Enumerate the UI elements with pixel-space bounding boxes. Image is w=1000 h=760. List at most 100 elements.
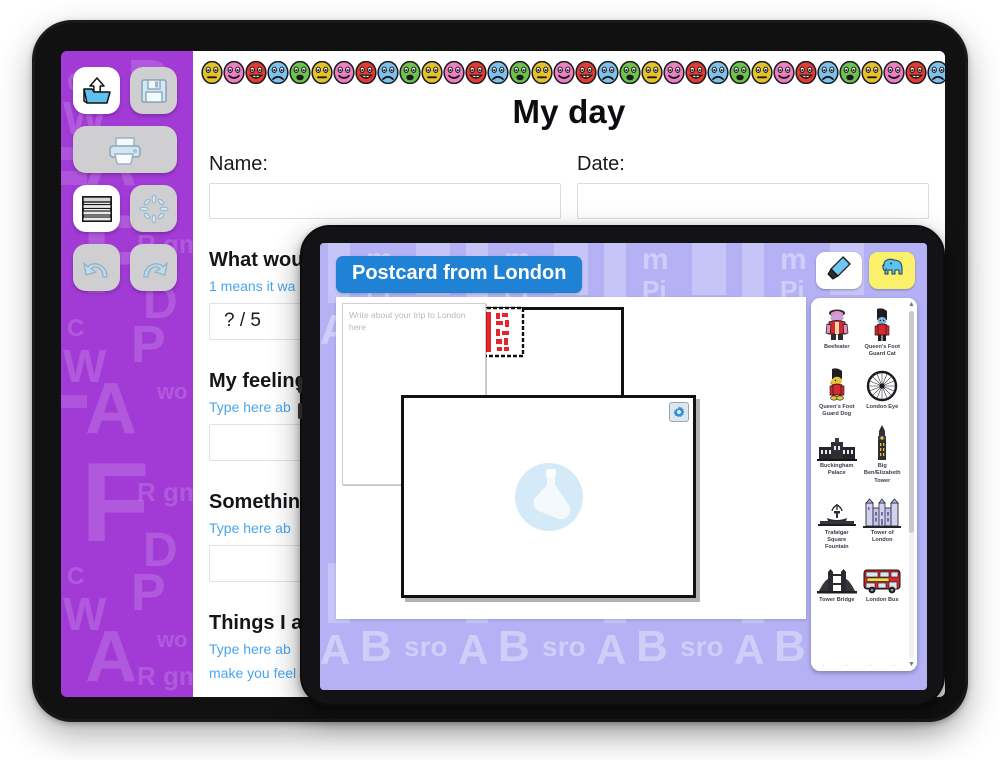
emoji-face-icon bbox=[641, 60, 663, 84]
date-label: Date: bbox=[577, 153, 625, 175]
name-field-group: Name: bbox=[209, 153, 561, 219]
symbol-item[interactable]: London Eye bbox=[861, 364, 905, 422]
emoji-face-icon bbox=[729, 60, 751, 84]
image-placeholder-box[interactable] bbox=[401, 395, 696, 598]
scrollbar-track[interactable] bbox=[909, 311, 914, 658]
beefeater-icon bbox=[822, 306, 852, 342]
tower-bridge-icon bbox=[816, 559, 857, 595]
floppy-disk-icon bbox=[139, 76, 169, 106]
palette-page-dots: · · · · bbox=[811, 662, 906, 669]
highlighter-pen-icon bbox=[826, 255, 852, 286]
symbol-item[interactable]: Big Ben/Elizabeth Tower bbox=[861, 423, 905, 488]
outer-app-toolbar bbox=[61, 51, 193, 697]
symbol-label: Trafalgar Square Fountain bbox=[824, 529, 849, 551]
emoji-face-icon bbox=[619, 60, 641, 84]
emoji-face-icon bbox=[795, 60, 817, 84]
save-file-button[interactable] bbox=[130, 67, 177, 114]
symbol-label: Tower Bridge bbox=[819, 596, 855, 603]
clear-button[interactable] bbox=[130, 185, 177, 232]
emoji-face-icon bbox=[883, 60, 905, 84]
emoji-face-icon bbox=[465, 60, 487, 84]
emoji-face-icon bbox=[333, 60, 355, 84]
page-title: My day bbox=[512, 93, 626, 130]
gear-icon[interactable] bbox=[669, 402, 689, 422]
elephant-icon bbox=[879, 257, 905, 284]
symbol-label: London Eye bbox=[866, 403, 899, 410]
scroll-up-icon[interactable]: ▲ bbox=[908, 301, 915, 308]
emoji-face-icon bbox=[553, 60, 575, 84]
emoji-face-icon bbox=[927, 60, 945, 84]
buckingham-palace-icon bbox=[816, 425, 857, 462]
inner-app-tools bbox=[816, 252, 915, 289]
emoji-face-icon bbox=[751, 60, 773, 84]
volume-button-up bbox=[298, 377, 302, 393]
postcard-placeholder: Write about your trip to London here bbox=[349, 310, 466, 333]
undo-arrow-icon bbox=[81, 255, 113, 281]
tower-of-london-icon bbox=[863, 492, 902, 528]
inner-canvas[interactable]: Write about your trip to London here bbox=[336, 297, 806, 619]
trafalgar-fountain-icon bbox=[817, 492, 856, 528]
screenshot-stage: C W A P F R gm D P C W A wo F R gm D P C bbox=[0, 0, 1000, 760]
emoji-face-icon bbox=[399, 60, 421, 84]
dot: · bbox=[845, 662, 848, 669]
emoji-face-icon bbox=[267, 60, 289, 84]
symbol-grid: Beefeater Queen's Foot Guard Cat Queen's… bbox=[811, 298, 906, 671]
symbol-palette[interactable]: Beefeater Queen's Foot Guard Cat Queen's… bbox=[811, 298, 917, 671]
emoji-face-icon bbox=[575, 60, 597, 84]
redo-button[interactable] bbox=[130, 244, 177, 291]
scroll-down-icon[interactable]: ▼ bbox=[908, 661, 915, 668]
name-input[interactable] bbox=[209, 183, 561, 219]
guard-dog-icon bbox=[824, 366, 850, 402]
inner-app-title: Postcard from London bbox=[336, 256, 583, 293]
symbol-item[interactable]: London Bus bbox=[861, 557, 905, 607]
scrollbar-thumb[interactable] bbox=[909, 311, 914, 534]
pen-tool-button[interactable] bbox=[816, 252, 862, 289]
palette-scrollbar[interactable]: ▲ ▼ bbox=[906, 298, 917, 671]
big-ben-icon bbox=[874, 425, 890, 461]
lined-page-icon bbox=[81, 195, 113, 223]
emoji-face-icon bbox=[773, 60, 795, 84]
inner-tablet-screen: m Pi A B sro m Pi A B sro m Pi A B sro bbox=[320, 243, 927, 690]
symbol-item[interactable]: Buckingham Palace bbox=[815, 423, 859, 488]
emoji-face-icon bbox=[663, 60, 685, 84]
emoji-face-icon bbox=[487, 60, 509, 84]
dot: · bbox=[821, 662, 825, 669]
emoji-face-icon bbox=[905, 60, 927, 84]
date-input[interactable] bbox=[577, 183, 929, 219]
symbol-item[interactable]: Beefeater bbox=[815, 304, 859, 362]
redo-arrow-icon bbox=[138, 255, 170, 281]
symbols-tool-button[interactable] bbox=[869, 252, 915, 289]
symbol-label: London Bus bbox=[865, 596, 899, 603]
symbol-label: Big Ben/Elizabeth Tower bbox=[863, 463, 901, 484]
symbol-item[interactable]: Queen's Foot Guard Cat bbox=[861, 304, 905, 362]
emoji-face-icon bbox=[223, 60, 245, 84]
symbol-label: Tower of London bbox=[870, 529, 894, 544]
emoji-face-icon bbox=[421, 60, 443, 84]
london-eye-icon bbox=[866, 366, 898, 402]
symbol-label: Queen's Foot Guard Cat bbox=[864, 344, 900, 358]
emoji-border-strip bbox=[193, 51, 945, 87]
undo-button[interactable] bbox=[73, 244, 120, 291]
printer-icon bbox=[104, 134, 146, 166]
page-view-button[interactable] bbox=[73, 185, 120, 232]
symbol-label: Buckingham Palace bbox=[819, 463, 854, 477]
symbol-item[interactable]: Tower Bridge bbox=[815, 557, 859, 607]
name-label: Name: bbox=[209, 153, 268, 175]
emoji-face-icon bbox=[443, 60, 465, 84]
guard-cat-icon bbox=[869, 306, 895, 342]
symbol-item[interactable]: Queen's Foot Guard Dog bbox=[815, 364, 859, 422]
date-field-group: Date: bbox=[577, 153, 929, 219]
symbol-item[interactable]: Tower of London bbox=[861, 490, 905, 555]
symbol-item[interactable]: Trafalgar Square Fountain bbox=[815, 490, 859, 555]
emoji-face-icon bbox=[839, 60, 861, 84]
dot: · bbox=[892, 662, 896, 669]
print-button[interactable] bbox=[73, 126, 177, 173]
emoji-face-icon bbox=[289, 60, 311, 84]
emoji-face-icon bbox=[707, 60, 729, 84]
emoji-face-icon bbox=[597, 60, 619, 84]
symbol-label: Beefeater bbox=[824, 344, 850, 350]
emoji-face-icon bbox=[377, 60, 399, 84]
emoji-face-icon bbox=[685, 60, 707, 84]
open-file-button[interactable] bbox=[73, 67, 120, 114]
emoji-face-icon bbox=[201, 60, 223, 84]
